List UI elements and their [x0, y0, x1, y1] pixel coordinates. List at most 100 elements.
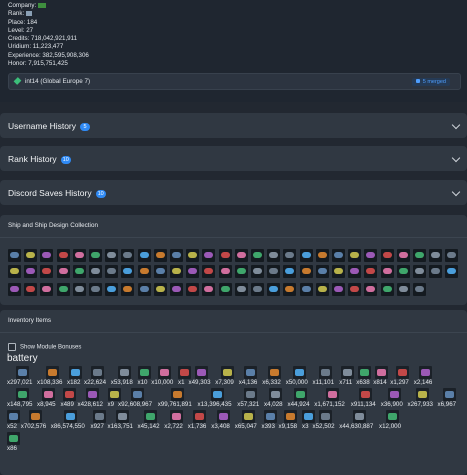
discord-saves-history-section[interactable]: Discord Saves History 10: [0, 180, 467, 205]
ship-design-thumbnail[interactable]: [413, 249, 426, 262]
ship-design-thumbnail[interactable]: [315, 249, 329, 262]
ship-design-thumbnail[interactable]: [72, 283, 86, 296]
ship-design-thumbnail[interactable]: [8, 265, 21, 278]
ship-design-thumbnail[interactable]: [429, 249, 443, 262]
ship-design-thumbnail[interactable]: [137, 283, 151, 296]
chevron-down-icon[interactable]: [451, 153, 461, 163]
ship-design-thumbnail[interactable]: [396, 283, 410, 296]
ship-design-thumbnail[interactable]: [105, 283, 119, 296]
ship-design-thumbnail[interactable]: [348, 265, 362, 278]
inventory-item[interactable]: x163,751: [108, 406, 138, 432]
ship-design-thumbnail[interactable]: [72, 265, 86, 278]
inventory-item[interactable]: x45,142: [138, 406, 165, 432]
inventory-item[interactable]: x86,574,550: [51, 406, 91, 432]
ship-design-thumbnail[interactable]: [332, 283, 345, 296]
ship-design-thumbnail[interactable]: [56, 283, 70, 296]
ship-design-thumbnail[interactable]: [445, 249, 459, 262]
ship-design-thumbnail[interactable]: [56, 249, 70, 262]
inventory-item[interactable]: x3: [302, 406, 315, 432]
ship-design-thumbnail[interactable]: [234, 265, 248, 278]
ship-design-thumbnail[interactable]: [24, 283, 38, 296]
ship-design-thumbnail[interactable]: [121, 283, 135, 296]
ship-design-thumbnail[interactable]: [40, 249, 54, 262]
ship-design-thumbnail[interactable]: [153, 283, 167, 296]
inventory-item[interactable]: x9,158: [279, 406, 303, 432]
inventory-item[interactable]: x1,736: [188, 406, 212, 432]
ship-design-thumbnail[interactable]: [202, 249, 216, 262]
ship-design-thumbnail[interactable]: [445, 265, 459, 278]
inventory-item[interactable]: x86: [7, 428, 21, 454]
ship-design-thumbnail[interactable]: [72, 249, 86, 262]
ship-design-thumbnail[interactable]: [202, 283, 216, 296]
ship-design-thumbnail[interactable]: [8, 249, 21, 262]
ship-design-thumbnail[interactable]: [299, 283, 313, 296]
ship-design-thumbnail[interactable]: [170, 265, 183, 278]
ship-design-thumbnail[interactable]: [413, 283, 426, 296]
ship-design-thumbnail[interactable]: [40, 283, 54, 296]
ship-design-thumbnail[interactable]: [380, 265, 394, 278]
ship-design-thumbnail[interactable]: [105, 265, 119, 278]
inventory-item[interactable]: x12,000: [379, 406, 406, 432]
ship-design-thumbnail[interactable]: [380, 249, 394, 262]
ship-design-thumbnail[interactable]: [429, 265, 443, 278]
ship-design-thumbnail[interactable]: [170, 283, 183, 296]
ship-design-thumbnail[interactable]: [299, 265, 313, 278]
ship-design-thumbnail[interactable]: [332, 249, 345, 262]
ship-design-thumbnail[interactable]: [186, 265, 200, 278]
ship-design-thumbnail[interactable]: [89, 265, 102, 278]
ship-design-thumbnail[interactable]: [348, 283, 362, 296]
ship-design-thumbnail[interactable]: [137, 265, 151, 278]
ship-design-thumbnail[interactable]: [364, 283, 378, 296]
inventory-item[interactable]: x65,047: [235, 406, 262, 432]
ship-design-thumbnail[interactable]: [8, 283, 21, 296]
chevron-down-icon[interactable]: [451, 187, 461, 197]
ship-design-thumbnail[interactable]: [299, 249, 313, 262]
ship-design-thumbnail[interactable]: [40, 265, 54, 278]
ship-design-thumbnail[interactable]: [332, 265, 345, 278]
inventory-item[interactable]: x267,933: [408, 384, 438, 410]
ship-design-thumbnail[interactable]: [251, 283, 264, 296]
ship-design-thumbnail[interactable]: [315, 283, 329, 296]
ship-design-thumbnail[interactable]: [186, 283, 200, 296]
ship-design-thumbnail[interactable]: [348, 249, 362, 262]
ship-design-thumbnail[interactable]: [24, 249, 38, 262]
ship-design-thumbnail[interactable]: [137, 249, 151, 262]
ship-design-thumbnail[interactable]: [234, 283, 248, 296]
merged-badge[interactable]: 5 merged: [411, 77, 450, 86]
inventory-item[interactable]: x6,967: [438, 384, 462, 410]
ship-design-thumbnail[interactable]: [121, 249, 135, 262]
ship-design-thumbnail[interactable]: [396, 249, 410, 262]
username-history-section[interactable]: Username History 5: [0, 113, 467, 138]
ship-design-thumbnail[interactable]: [364, 249, 378, 262]
ship-design-thumbnail[interactable]: [267, 249, 281, 262]
ship-design-thumbnail[interactable]: [251, 249, 264, 262]
inventory-item[interactable]: x393: [262, 406, 279, 432]
ship-design-thumbnail[interactable]: [56, 265, 70, 278]
ship-design-thumbnail[interactable]: [153, 265, 167, 278]
ship-design-thumbnail[interactable]: [218, 249, 232, 262]
ship-design-thumbnail[interactable]: [283, 265, 297, 278]
rank-history-section[interactable]: Rank History 10: [0, 146, 467, 171]
ship-design-thumbnail[interactable]: [380, 283, 394, 296]
ship-design-thumbnail[interactable]: [364, 265, 378, 278]
ship-design-thumbnail[interactable]: [121, 265, 135, 278]
ship-design-thumbnail[interactable]: [218, 283, 232, 296]
ship-design-thumbnail[interactable]: [186, 249, 200, 262]
ship-design-thumbnail[interactable]: [396, 265, 410, 278]
ship-design-thumbnail[interactable]: [170, 249, 183, 262]
ship-design-thumbnail[interactable]: [283, 283, 297, 296]
ship-design-thumbnail[interactable]: [413, 265, 426, 278]
inventory-item[interactable]: x702,576: [21, 406, 51, 432]
chevron-down-icon[interactable]: [451, 120, 461, 130]
ship-design-thumbnail[interactable]: [218, 265, 232, 278]
ship-design-thumbnail[interactable]: [89, 249, 102, 262]
ship-design-thumbnail[interactable]: [315, 265, 329, 278]
ship-design-thumbnail[interactable]: [267, 265, 281, 278]
inventory-item[interactable]: x927: [91, 406, 108, 432]
ship-design-thumbnail[interactable]: [24, 265, 38, 278]
ship-design-thumbnail[interactable]: [105, 249, 119, 262]
inventory-item[interactable]: x44,630,887: [339, 406, 379, 432]
ship-design-thumbnail[interactable]: [202, 265, 216, 278]
inventory-item[interactable]: x52,502: [313, 406, 340, 432]
ship-design-thumbnail[interactable]: [89, 283, 102, 296]
